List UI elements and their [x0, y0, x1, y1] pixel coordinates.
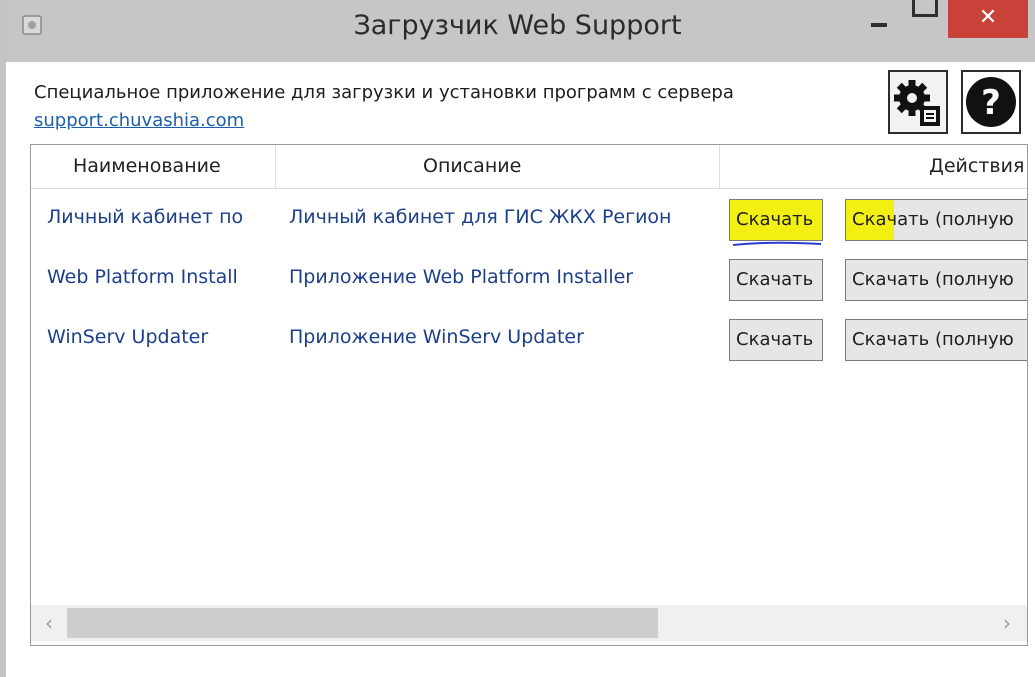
row-name: Личный кабинет по	[47, 206, 244, 228]
download-full-label: Скачать (полную	[852, 269, 1014, 290]
download-full-button[interactable]: Скачать (полную	[845, 259, 1027, 301]
app-description: Специальное приложение для загрузки и ус…	[34, 82, 734, 103]
download-full-button[interactable]: Скачать (полную	[845, 319, 1027, 361]
scroll-right-arrow-icon[interactable]: ›	[995, 611, 1019, 635]
column-separator[interactable]	[719, 145, 720, 189]
window-border	[0, 0, 6, 677]
column-header-description[interactable]: Описание	[423, 155, 521, 177]
svg-text:?: ?	[981, 83, 1001, 123]
table-row: Web Platform Install Приложение Web Plat…	[31, 249, 1027, 309]
row-name: WinServ Updater	[47, 326, 209, 348]
settings-button[interactable]	[888, 70, 948, 134]
row-description: Приложение Web Platform Installer	[289, 266, 634, 288]
row-description: Личный кабинет для ГИС ЖКХ Регион	[289, 206, 672, 228]
pen-underline-mark	[732, 241, 822, 246]
minimize-button[interactable]	[862, 0, 896, 44]
table-row: Личный кабинет по Личный кабинет для ГИС…	[31, 189, 1027, 249]
close-button[interactable]: ✕	[948, 0, 1028, 38]
column-separator[interactable]	[275, 145, 276, 189]
download-full-label: Скачать (полную	[852, 209, 1014, 230]
download-full-label: Скачать (полную	[852, 329, 1014, 350]
help-question-icon: ?	[966, 77, 1016, 127]
help-button[interactable]: ?	[961, 70, 1021, 134]
grid-header: Наименование Описание Действия	[31, 145, 1027, 189]
row-description: Приложение WinServ Updater	[289, 326, 584, 348]
title-bar[interactable]: Загрузчик Web Support ✕	[0, 0, 1035, 62]
server-link[interactable]: support.chuvashia.com	[34, 110, 244, 131]
column-header-name[interactable]: Наименование	[73, 155, 221, 177]
app-window: Загрузчик Web Support ✕ Специальное прил…	[0, 0, 1035, 677]
download-button[interactable]: Скачать	[729, 199, 823, 241]
maximize-button[interactable]	[902, 0, 942, 26]
programs-grid: Наименование Описание Действия Личный ка…	[30, 144, 1028, 646]
scroll-left-arrow-icon[interactable]: ‹	[37, 611, 61, 635]
download-button[interactable]: Скачать	[729, 319, 823, 361]
table-row: WinServ Updater Приложение WinServ Updat…	[31, 309, 1027, 369]
horizontal-scrollbar[interactable]: ‹ ›	[31, 605, 1027, 641]
row-name: Web Platform Install	[47, 266, 238, 288]
scrollbar-thumb[interactable]	[67, 608, 658, 638]
settings-gear-icon	[894, 80, 940, 126]
column-header-actions[interactable]: Действия	[929, 155, 1024, 177]
download-full-button[interactable]: Скачать (полную	[845, 199, 1027, 241]
download-button[interactable]: Скачать	[729, 259, 823, 301]
